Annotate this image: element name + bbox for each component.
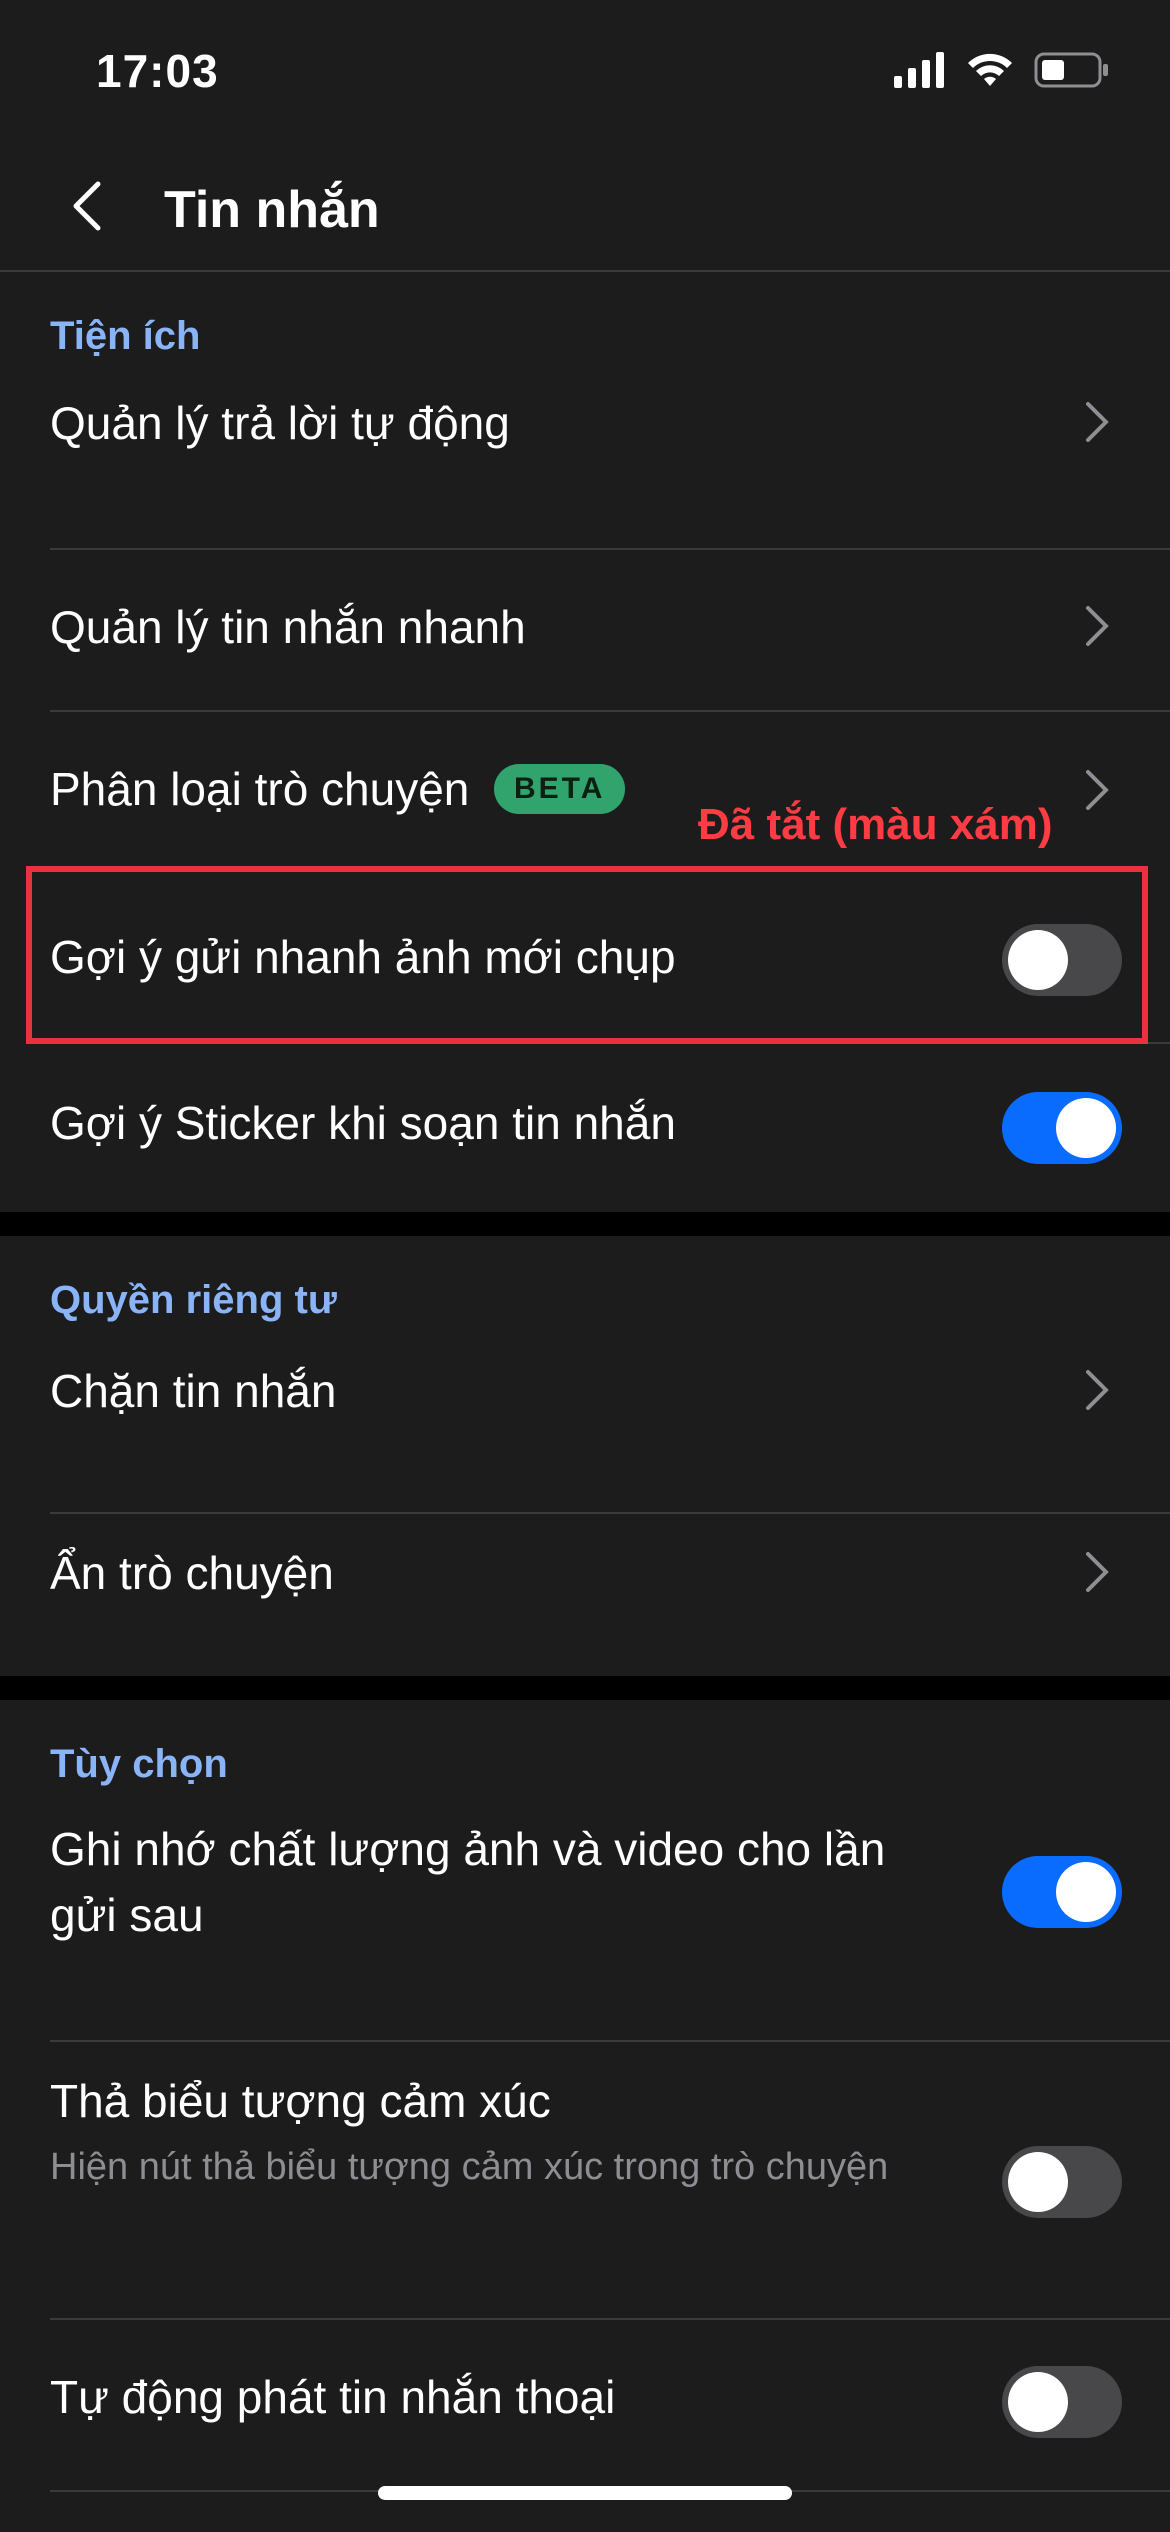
reaction-label: Thả biểu tượng cảm xúc [50,2075,551,2127]
cellular-signal-icon [894,52,944,88]
home-indicator[interactable] [378,2486,792,2500]
status-time: 17:03 [96,45,219,97]
wifi-icon [968,53,1012,86]
chevron-right-icon [1086,770,1109,810]
hide-chats-label: Ẩn trò chuyện [50,1547,334,1599]
annotation-highlight-box [26,866,1148,1044]
block-messages-row[interactable]: Chặn tin nhắn [0,1336,1170,1510]
nav-bar: Tin nhắn [0,140,1170,272]
battery-icon [1034,52,1108,88]
toggle-knob [1008,2372,1068,2432]
status-icons [894,52,1110,88]
sticker-suggest-row: Gợi ý Sticker khi soạn tin nhắn [0,1044,1170,1212]
block-messages-label: Chặn tin nhắn [50,1365,337,1417]
back-arrow-icon[interactable] [60,176,120,236]
chevron-right-icon [1086,606,1109,646]
section-header-options: Tùy chọn [50,1742,228,1786]
chevron-right-icon [1086,1370,1109,1410]
remember-quality-label: Ghi nhớ chất lượng ảnh và video cho lần … [50,1823,886,1941]
toggle-knob [1056,1098,1116,1158]
chevron-right-icon [1086,402,1109,442]
page-title: Tin nhắn [164,181,380,239]
chevron-right-icon [1086,1552,1109,1592]
section-privacy: Quyền riêng tư Chặn tin nhắn Ẩn trò chuy… [0,1236,1170,1676]
sticker-suggest-label: Gợi ý Sticker khi soạn tin nhắn [50,1097,676,1149]
reaction-toggle[interactable] [1002,2146,1122,2218]
quick-messages-label: Quản lý tin nhắn nhanh [50,601,526,653]
auto-play-voice-toggle[interactable] [1002,2366,1122,2438]
sticker-suggest-toggle[interactable] [1002,1092,1122,1164]
toggle-knob [1008,2152,1068,2212]
remember-quality-toggle[interactable] [1002,1856,1122,1928]
reaction-row: Thả biểu tượng cảm xúc Hiện nút thả biểu… [0,2042,1170,2318]
hide-chats-row[interactable]: Ẩn trò chuyện [0,1514,1170,1676]
status-bar: 17:03 [0,0,1170,140]
section-options: Tùy chọn Ghi nhớ chất lượng ảnh và video… [0,1700,1170,2532]
reaction-sublabel: Hiện nút thả biểu tượng cảm xúc trong tr… [50,2146,889,2188]
quick-messages-row[interactable]: Quản lý tin nhắn nhanh [0,550,1170,712]
section-utilities: Tiện ích Quản lý trả lời tự động Quản lý… [0,272,1170,1212]
toggle-knob [1056,1862,1116,1922]
auto-reply-row[interactable]: Quản lý trả lời tự động [0,342,1170,506]
remember-quality-row: Ghi nhớ chất lượng ảnh và video cho lần … [0,1800,1170,2038]
auto-play-voice-label: Tự động phát tin nhắn thoại [50,2371,616,2423]
auto-reply-label: Quản lý trả lời tự động [50,397,510,449]
beta-badge: BETA [494,764,626,814]
section-header-privacy: Quyền riêng tư [50,1278,337,1322]
auto-play-voice-row: Tự động phát tin nhắn thoại [0,2320,1170,2490]
chat-categorize-label: Phân loại trò chuyện [50,763,470,815]
annotation-label: Đã tắt (màu xám) [698,800,1053,849]
